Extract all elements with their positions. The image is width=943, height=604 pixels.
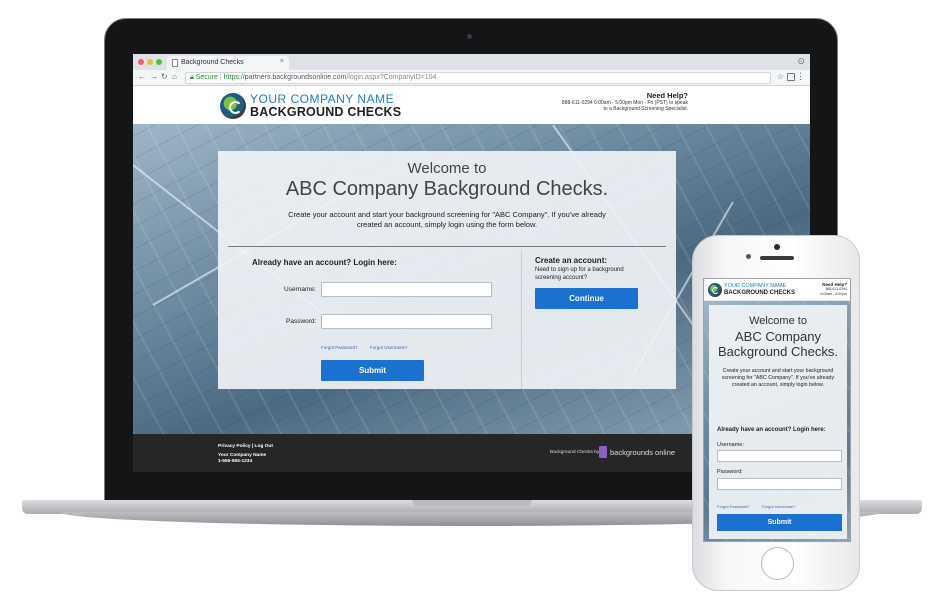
- mobile-intro-text: Create your account and start your backg…: [721, 368, 835, 388]
- back-icon[interactable]: ←: [138, 72, 146, 81]
- window-controls: [138, 59, 162, 65]
- intro-text: Create your account and start your backg…: [288, 210, 606, 229]
- footer-links[interactable]: Privacy Policy | Log Out: [218, 444, 273, 449]
- password-label: Password:: [286, 318, 317, 325]
- mobile-forgot-password-link[interactable]: Forgot Password?: [717, 504, 749, 509]
- provider-logo-icon: [599, 446, 607, 458]
- browser-tab[interactable]: Background Checks ×: [167, 56, 289, 70]
- create-account-text: Need to sign up for a background screeni…: [535, 267, 624, 281]
- url-scheme: https://: [223, 74, 245, 81]
- login-heading: Already have an account? Login here:: [252, 258, 397, 267]
- footer-company-phone: 1-555-555-1234: [218, 459, 253, 464]
- logo-tagline: BACKGROUND CHECKS: [250, 105, 402, 120]
- lock-icon: 🔒︎: [190, 74, 194, 81]
- mobile-help-block: Need Help? 888-611-0294 6:00am - 5:00pm: [821, 282, 847, 296]
- mobile-password-input[interactable]: [717, 478, 842, 490]
- phone-speaker: [760, 256, 794, 260]
- laptop-camera: [467, 34, 472, 39]
- stage: Background Checks × ⊙ ← → ↻ ⌂ 🔒︎ Secure | h…: [0, 0, 943, 604]
- footer-company: Your Company Name 1-555-555-1234: [218, 453, 266, 465]
- user-icon[interactable]: ⊙: [797, 56, 805, 67]
- mobile-company-logo[interactable]: YOUR COMPANY NAME BACKGROUND CHECKS: [708, 283, 795, 297]
- phone-screen: YOUR COMPANY NAME BACKGROUND CHECKS Need…: [703, 278, 851, 542]
- extension-icon[interactable]: [787, 73, 795, 81]
- mobile-header: YOUR COMPANY NAME BACKGROUND CHECKS Need…: [704, 279, 850, 301]
- username-label: Username:: [284, 286, 316, 293]
- forgot-username-link[interactable]: Forgot Username?: [370, 345, 408, 350]
- laptop-notch: [412, 500, 532, 506]
- continue-button[interactable]: Continue: [535, 288, 638, 309]
- tab-close-icon[interactable]: ×: [280, 58, 284, 65]
- mobile-submit-button[interactable]: Submit: [717, 514, 842, 531]
- mobile-welcome-heading: Welcome to: [749, 315, 807, 327]
- secure-label: Secure: [195, 74, 218, 81]
- help-line-2: to a Background Screening Specialist.: [603, 106, 689, 112]
- divider: [228, 246, 666, 247]
- help-title: Need Help?: [646, 91, 688, 100]
- mobile-hero-background: Welcome to ABC Company Background Checks…: [704, 301, 850, 541]
- forward-icon[interactable]: →: [150, 72, 158, 81]
- tab-title: Background Checks: [181, 59, 244, 66]
- login-card: Welcome to ABC Company Background Checks…: [218, 151, 676, 389]
- create-account-heading: Create an account:: [535, 256, 608, 265]
- divider-vertical: [521, 251, 522, 389]
- site-header: YOUR COMPANY NAME BACKGROUND CHECKS Need…: [133, 86, 810, 124]
- mobile-login-heading: Already have an account? Login here:: [717, 427, 826, 433]
- mobile-logo-mark-icon: [708, 283, 722, 297]
- username-input[interactable]: [321, 282, 492, 297]
- browser-addressbar: ← → ↻ ⌂ 🔒︎ Secure | https://partners.backgr…: [133, 70, 810, 86]
- reload-icon[interactable]: ↻: [161, 72, 168, 81]
- mobile-login-card: Welcome to ABC Company Background Checks…: [709, 305, 847, 539]
- close-dot-icon[interactable]: [138, 59, 144, 65]
- minimize-dot-icon[interactable]: [147, 59, 153, 65]
- browser-tabbar: Background Checks × ⊙: [133, 54, 810, 70]
- provider-name[interactable]: backgrounds online: [610, 448, 675, 457]
- url-host: partners.backgroundsonline.com: [244, 74, 347, 81]
- phone-sensor: [774, 244, 780, 250]
- mobile-logo-tagline: BACKGROUND CHECKS: [724, 289, 796, 296]
- submit-button[interactable]: Submit: [321, 360, 424, 381]
- mobile-username-label: Username:: [717, 442, 744, 448]
- phone-home-button[interactable]: [761, 547, 794, 580]
- company-heading: ABC Company Background Checks.: [285, 178, 609, 200]
- company-logo[interactable]: YOUR COMPANY NAME BACKGROUND CHECKS: [220, 92, 401, 120]
- forgot-password-link[interactable]: Forgot Password?: [321, 345, 358, 350]
- mobile-help-line-2: 6:00am - 5:00pm: [820, 291, 847, 296]
- logo-company-name: YOUR COMPANY NAME: [250, 92, 395, 107]
- help-block: Need Help? 888-611-0294 6:00am - 5:00pm …: [562, 91, 688, 112]
- mobile-help-line-1: 888-611-0294: [825, 287, 847, 291]
- home-icon[interactable]: ⌂: [172, 72, 177, 81]
- mobile-company-heading: ABC Company Background Checks.: [718, 329, 838, 359]
- mobile-password-label: Password:: [717, 469, 743, 475]
- maximize-dot-icon[interactable]: [156, 59, 162, 65]
- mobile-username-input[interactable]: [717, 450, 842, 462]
- url-field[interactable]: 🔒︎ Secure | https://partners.backgroundsonl…: [185, 72, 771, 84]
- phone-camera: [746, 254, 751, 259]
- mobile-logo-company-name: YOUR COMPANY NAME: [724, 283, 787, 290]
- phone-device: YOUR COMPANY NAME BACKGROUND CHECKS Need…: [692, 235, 860, 591]
- powered-by-label: Background Checks by:: [550, 450, 601, 455]
- logo-mark-icon: [220, 93, 246, 119]
- page-icon: [172, 59, 178, 67]
- url-path: /login.aspx?CompanyID=104: [346, 74, 437, 81]
- menu-icon[interactable]: ⋮: [796, 71, 805, 82]
- welcome-heading: Welcome to: [407, 160, 487, 177]
- mobile-forgot-username-link[interactable]: Forgot Username?: [762, 504, 795, 509]
- password-input[interactable]: [321, 314, 492, 329]
- star-icon[interactable]: ☆: [777, 72, 784, 81]
